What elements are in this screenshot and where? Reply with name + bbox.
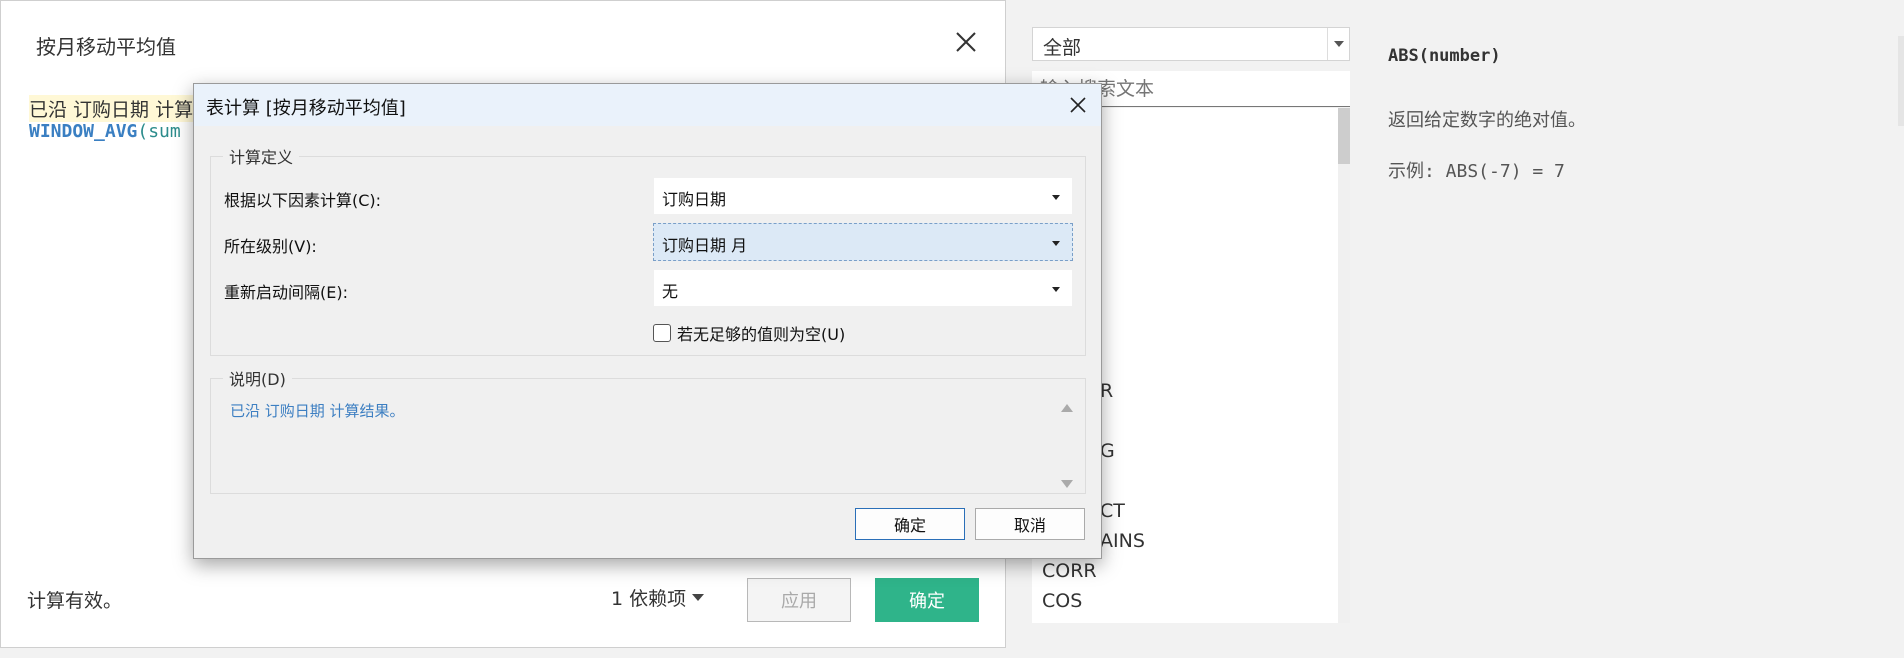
validation-status: 计算有效。 bbox=[27, 590, 123, 612]
at-level-select[interactable]: 订购日期 月 bbox=[653, 223, 1073, 261]
checkbox-box[interactable] bbox=[653, 324, 671, 342]
close-icon[interactable] bbox=[1065, 92, 1091, 118]
caret-down-icon bbox=[1052, 241, 1060, 246]
function-reference-panel: 全部 R G CT AINS CORR COS bbox=[1006, 0, 1904, 658]
list-item[interactable]: G bbox=[1100, 440, 1115, 462]
description-text: 已沿 订购日期 计算结果。 bbox=[230, 402, 405, 420]
formula-args: (sum bbox=[137, 121, 181, 142]
formula-expression: WINDOW_AVG(sum bbox=[29, 121, 181, 142]
editor-title: 按月移动平均值 bbox=[36, 35, 176, 59]
formula-function: WINDOW_AVG bbox=[29, 121, 138, 142]
chevron-down-icon[interactable] bbox=[1327, 28, 1349, 60]
compute-using-value: 订购日期 bbox=[662, 190, 727, 209]
at-level-label: 所在级别(V): bbox=[224, 237, 317, 256]
checkbox-label: 若无足够的值则为空(U) bbox=[677, 325, 846, 344]
restart-every-label: 重新启动间隔(E): bbox=[224, 283, 348, 302]
formula-comment: 已沿 订购日期 计算 bbox=[29, 95, 194, 122]
caret-down-icon bbox=[1052, 287, 1060, 292]
panel-edge bbox=[1898, 36, 1904, 126]
restart-every-value: 无 bbox=[662, 282, 679, 301]
compute-using-select[interactable]: 订购日期 bbox=[653, 177, 1073, 215]
ok-button[interactable]: 确定 bbox=[875, 578, 979, 622]
dialog-titlebar: 表计算 [按月移动平均值] bbox=[194, 84, 1101, 126]
function-description: 返回给定数字的绝对值。 bbox=[1388, 110, 1586, 131]
scrollbar-thumb[interactable] bbox=[1338, 108, 1350, 164]
null-if-not-enough-checkbox[interactable]: 若无足够的值则为空(U) bbox=[653, 321, 845, 345]
dialog-title: 表计算 [按月移动平均值] bbox=[206, 98, 406, 119]
dialog-ok-button[interactable]: 确定 bbox=[855, 508, 965, 540]
dialog-cancel-button[interactable]: 取消 bbox=[975, 508, 1085, 540]
group-label: 计算定义 bbox=[229, 148, 294, 167]
description-scrollbar[interactable] bbox=[1056, 396, 1078, 492]
function-category-value: 全部 bbox=[1043, 37, 1082, 59]
compute-using-label: 根据以下因素计算(C): bbox=[224, 191, 382, 210]
function-list-scrollbar[interactable] bbox=[1338, 108, 1350, 623]
apply-button[interactable]: 应用 bbox=[747, 578, 851, 622]
scroll-down-icon[interactable] bbox=[1061, 480, 1073, 488]
list-item[interactable]: COS bbox=[1042, 590, 1082, 612]
restart-every-select[interactable]: 无 bbox=[653, 269, 1073, 307]
close-icon[interactable] bbox=[951, 27, 981, 57]
function-signature: ABS(number) bbox=[1388, 46, 1501, 66]
caret-down-icon bbox=[1052, 195, 1060, 200]
list-item[interactable]: CT bbox=[1100, 500, 1125, 522]
list-item[interactable]: CORR bbox=[1042, 560, 1097, 582]
table-calculation-dialog: 表计算 [按月移动平均值] 计算定义 根据以下因素计算(C): 订购日期 所在级… bbox=[193, 83, 1102, 559]
dependencies-dropdown[interactable]: 1 依赖项 bbox=[611, 584, 705, 611]
scroll-up-icon[interactable] bbox=[1061, 404, 1073, 412]
list-item[interactable]: AINS bbox=[1100, 530, 1145, 552]
at-level-value: 订购日期 月 bbox=[662, 236, 748, 255]
function-category-select[interactable]: 全部 bbox=[1032, 27, 1350, 61]
description-group: 说明(D) bbox=[210, 366, 1086, 494]
group-label: 说明(D) bbox=[229, 370, 286, 389]
caret-down-icon bbox=[692, 594, 705, 601]
function-example: 示例: ABS(-7) = 7 bbox=[1388, 161, 1565, 182]
dependencies-label: 1 依赖项 bbox=[611, 588, 687, 610]
